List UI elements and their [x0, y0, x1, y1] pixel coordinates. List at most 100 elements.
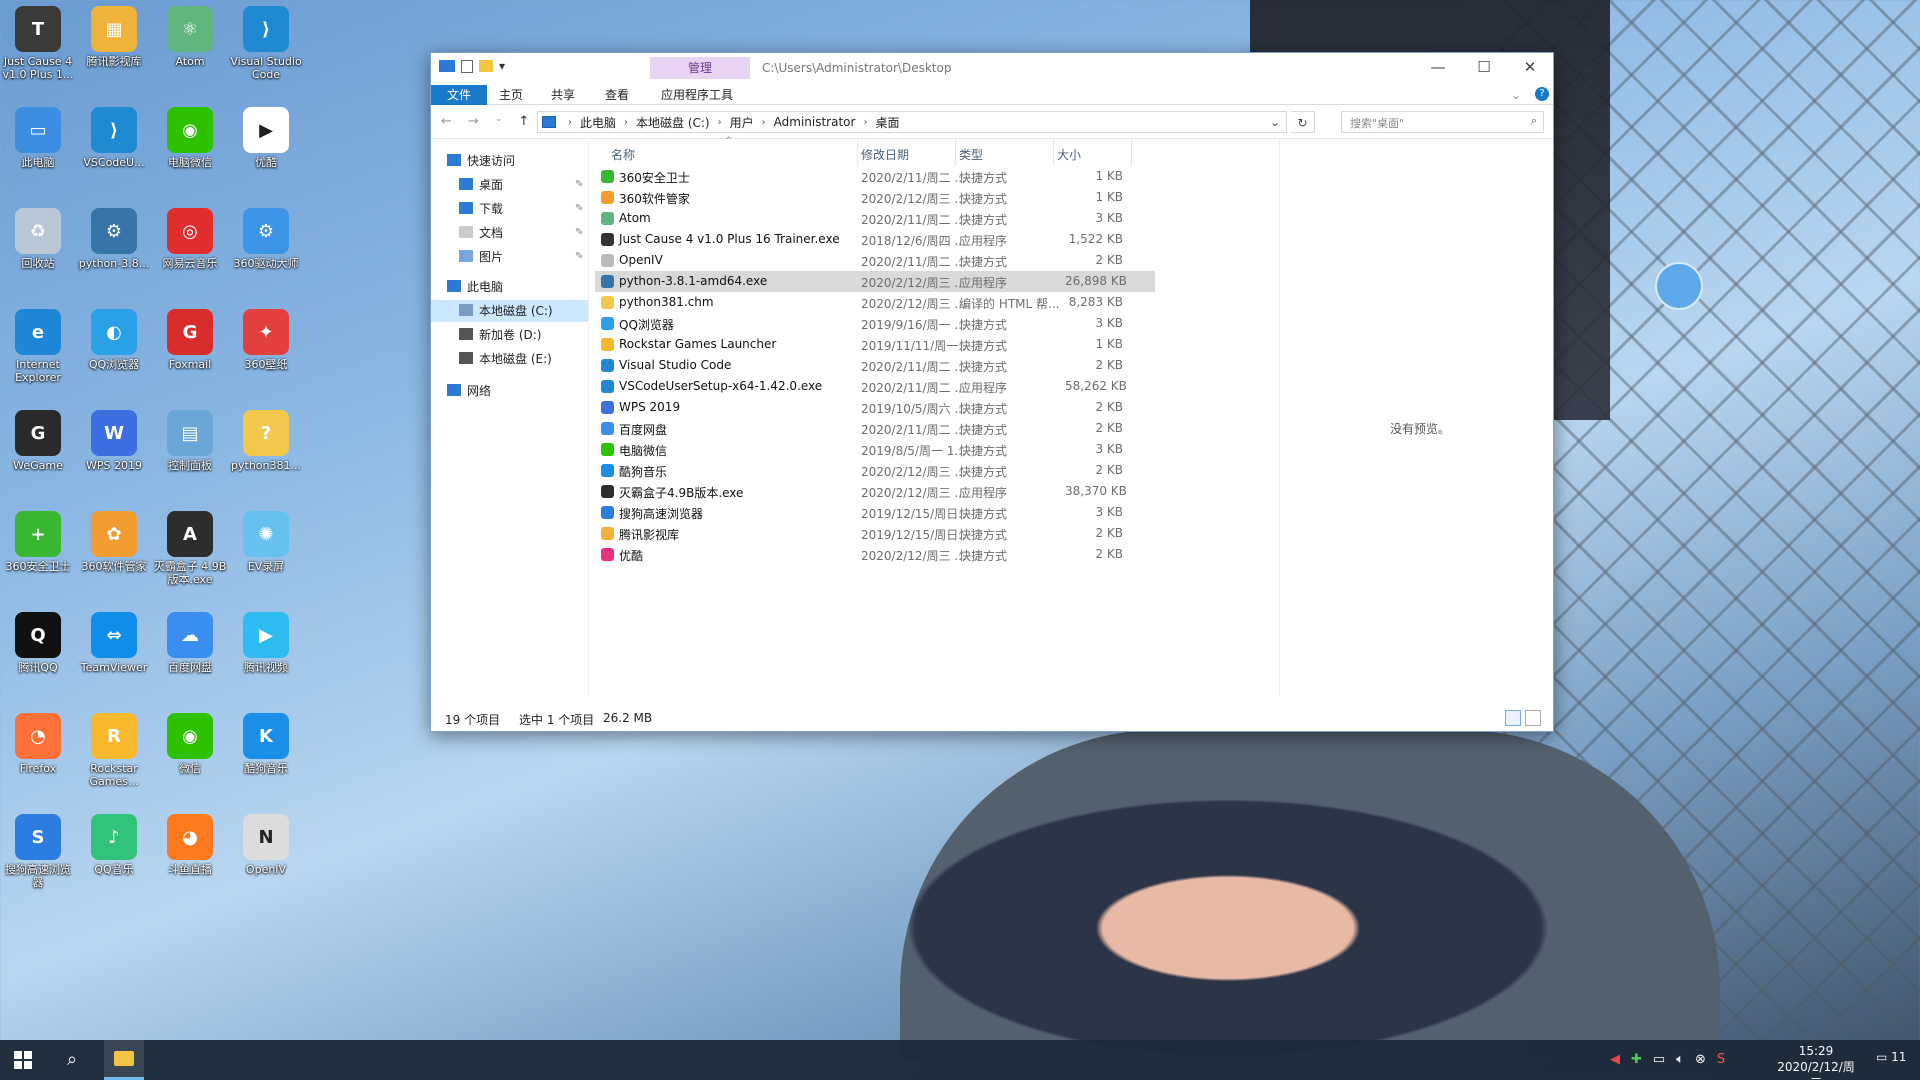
desktop-icon[interactable]: ⚙ 360驱动大师 — [228, 208, 304, 270]
desktop-icon[interactable]: A 灭霸盒子 4.9B版本.exe — [152, 511, 228, 586]
desktop-icon[interactable]: S 搜狗高速浏览器 — [0, 814, 76, 889]
desktop-icon[interactable]: ▶ 优酷 — [228, 107, 304, 169]
desktop-icon[interactable]: ⚙ python-3.8... — [76, 208, 152, 270]
up-icon[interactable]: ↑ — [518, 114, 529, 129]
desktop-icon[interactable]: ⟩ VSCodeU... — [76, 107, 152, 169]
tab-app-tools[interactable]: 应用程序工具 — [651, 85, 743, 105]
desktop-icon[interactable]: +360安全卫士 — [0, 511, 76, 573]
file-row[interactable]: 360软件管家 2020/2/12/周三 ... 快捷方式 1 KB — [595, 187, 1155, 208]
desktop-icon[interactable]: e Internet Explorer — [0, 309, 76, 384]
file-row[interactable]: 酷狗音乐 2020/2/12/周三 ... 快捷方式 2 KB — [595, 460, 1155, 481]
desktop-icon[interactable]: ◕ 斗鱼直播 — [152, 814, 228, 876]
close-button[interactable]: ✕ — [1507, 53, 1553, 83]
column-name[interactable]: 名称 — [611, 146, 635, 163]
desktop-icon[interactable]: ◐ QQ浏览器 — [76, 309, 152, 371]
nav-item[interactable]: 网络 — [431, 380, 588, 402]
breadcrumb-item[interactable]: 桌面 — [875, 114, 899, 131]
file-row[interactable]: Visual Studio Code 2020/2/11/周二 ... 快捷方式 2 … — [595, 355, 1155, 376]
desktop-icon[interactable]: ⇔ TeamViewer — [76, 612, 152, 674]
desktop-icon[interactable]: G Foxmail — [152, 309, 228, 371]
nav-item[interactable]: 桌面 ✎ — [431, 174, 588, 196]
details-view-icon[interactable] — [1505, 710, 1521, 726]
address-dropdown-icon[interactable]: ⌄ — [1270, 115, 1280, 129]
minimize-button[interactable]: — — [1415, 53, 1461, 83]
tab-view[interactable]: 查看 — [595, 85, 639, 105]
column-type[interactable]: 类型 — [959, 146, 983, 163]
customize-toolbar-icon[interactable]: ▾ — [499, 59, 505, 73]
desktop-icon[interactable]: ◉ 微信 — [152, 713, 228, 775]
start-button[interactable] — [0, 1040, 46, 1080]
maximize-button[interactable]: ☐ — [1461, 53, 1507, 83]
file-row[interactable]: 优酷 2020/2/12/周三 ... 快捷方式 2 KB — [595, 544, 1155, 565]
desktop-icon[interactable]: Q 腾讯QQ — [0, 612, 76, 674]
desktop-icon[interactable]: ✦ 360壁纸 — [228, 309, 304, 371]
large-icons-view-icon[interactable] — [1525, 710, 1541, 726]
desktop-icon[interactable]: T Just Cause 4 v1.0 Plus 1... — [0, 6, 76, 81]
file-row[interactable]: Just Cause 4 v1.0 Plus 16 Trainer.exe 201… — [595, 229, 1155, 250]
refresh-icon[interactable]: ↻ — [1291, 111, 1315, 133]
file-row[interactable]: OpenIV 2020/2/11/周二 ... 快捷方式 2 KB — [595, 250, 1155, 271]
desktop-icon[interactable]: ✺ EV录屏 — [228, 511, 304, 573]
nav-item[interactable]: 下载 ✎ — [431, 198, 588, 220]
desktop-icon[interactable]: W WPS 2019 — [76, 410, 152, 472]
360-tray-icon[interactable]: ✚ — [1631, 1052, 1642, 1067]
properties-icon[interactable] — [461, 59, 473, 73]
breadcrumb-item[interactable]: 此电脑 — [580, 114, 616, 131]
expand-ribbon-icon[interactable]: ⌄ — [1501, 85, 1531, 105]
new-folder-icon[interactable] — [479, 60, 493, 72]
tab-share[interactable]: 共享 — [541, 85, 585, 105]
file-row[interactable]: WPS 2019 2019/10/5/周六 ... 快捷方式 2 KB — [595, 397, 1155, 418]
search-icon[interactable]: ⌕ — [52, 1040, 92, 1080]
file-row[interactable]: 灭霸盒子4.9B版本.exe 2020/2/12/周三 ... 应用程序 38,370… — [595, 481, 1155, 502]
network-icon[interactable]: ▭ — [1653, 1052, 1665, 1067]
nav-item[interactable]: 本地磁盘 (E:) — [431, 348, 588, 370]
desktop-icon[interactable]: K 酷狗音乐 — [228, 713, 304, 775]
file-row[interactable]: 电脑微信 2019/8/5/周一 1... 快捷方式 3 KB — [595, 439, 1155, 460]
context-tab-manage[interactable]: 管理 — [650, 57, 750, 79]
tab-home[interactable]: 主页 — [489, 85, 533, 105]
nav-item[interactable]: 新加卷 (D:) — [431, 324, 588, 346]
desktop-icon[interactable]: ✿ 360软件管家 — [76, 511, 152, 573]
column-size[interactable]: 大小 — [1057, 146, 1081, 163]
file-row[interactable]: VSCodeUserSetup-x64-1.42.0.exe 2020/2/11/… — [595, 376, 1155, 397]
nav-item[interactable]: 此电脑 — [431, 276, 588, 298]
nav-item[interactable]: 快速访问 — [431, 150, 588, 172]
breadcrumb[interactable]: › 此电脑 › 本地磁盘 (C:) › 用户 › Administrator › 桌面 … — [537, 111, 1287, 133]
desktop-icon[interactable]: ? python381... — [228, 410, 304, 472]
desktop-icon[interactable]: ▶ 腾讯视频 — [228, 612, 304, 674]
desktop-icon[interactable]: ⚛ Atom — [152, 6, 228, 68]
sogou-input-icon[interactable]: S — [1717, 1052, 1725, 1067]
desktop-icon[interactable]: ◎ 网易云音乐 — [152, 208, 228, 270]
breadcrumb-item[interactable]: 用户 — [730, 114, 754, 131]
desktop-icon[interactable]: ◔ Firefox — [0, 713, 76, 775]
floating-ball-icon[interactable] — [1655, 262, 1703, 310]
desktop-icon[interactable]: N OpenIV — [228, 814, 304, 876]
desktop-icon[interactable]: ☁ 百度网盘 — [152, 612, 228, 674]
column-date[interactable]: 修改日期 — [861, 146, 909, 163]
file-row[interactable]: python381.chm 2020/2/12/周三 ... 编译的 HTML 帮.… — [595, 292, 1155, 313]
file-row[interactable]: Rockstar Games Launcher 2019/11/11/周一... 快… — [595, 334, 1155, 355]
desktop-icon[interactable]: G WeGame — [0, 410, 76, 472]
desktop-icon[interactable]: ♻ 回收站 — [0, 208, 76, 270]
file-row[interactable]: 百度网盘 2020/2/11/周二 ... 快捷方式 2 KB — [595, 418, 1155, 439]
volume-icon[interactable]: 🔈︎ — [1676, 1052, 1684, 1067]
desktop-icon[interactable]: ▭ 此电脑 — [0, 107, 76, 169]
tab-file[interactable]: 文件 — [431, 85, 487, 105]
file-row[interactable]: 搜狗高速浏览器 2019/12/15/周日... 快捷方式 3 KB — [595, 502, 1155, 523]
file-row[interactable]: 360安全卫士 2020/2/11/周二 ... 快捷方式 1 KB — [595, 166, 1155, 187]
file-row[interactable]: 腾讯影视库 2019/12/15/周日... 快捷方式 2 KB — [595, 523, 1155, 544]
taskbar-file-explorer[interactable] — [104, 1040, 144, 1080]
file-row[interactable]: Atom 2020/2/11/周二 ... 快捷方式 3 KB — [595, 208, 1155, 229]
forward-icon[interactable]: → — [468, 114, 479, 129]
back-icon[interactable]: ← — [441, 114, 452, 129]
speaker-alert-icon[interactable]: ◀ — [1610, 1052, 1620, 1067]
desktop-icon[interactable]: ▤ 控制面板 — [152, 410, 228, 472]
nav-item[interactable]: 图片 ✎ — [431, 246, 588, 268]
recent-dropdown-icon[interactable]: ⌄ — [495, 114, 503, 129]
file-row[interactable]: python-3.8.1-amd64.exe 2020/2/12/周三 ... 应用… — [595, 271, 1155, 292]
notification-center-icon[interactable]: ▭ 11 — [1876, 1050, 1906, 1064]
help-icon[interactable]: ? — [1535, 87, 1549, 101]
nav-item[interactable]: 本地磁盘 (C:) — [431, 300, 588, 322]
desktop-icon[interactable]: ⟩ Visual Studio Code — [228, 6, 304, 81]
nav-item[interactable]: 文档 ✎ — [431, 222, 588, 244]
